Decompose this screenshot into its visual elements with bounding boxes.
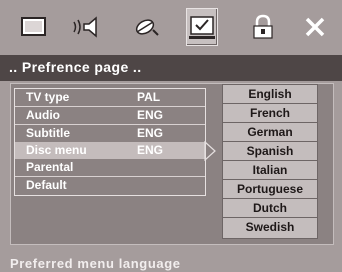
- setting-value: ENG: [137, 126, 164, 140]
- setting-label: Disc menu: [26, 143, 87, 157]
- general-setup-icon[interactable]: [19, 14, 49, 40]
- setting-label: Subtitle: [26, 126, 70, 140]
- setting-row-subtitle[interactable]: Subtitle ENG: [15, 125, 205, 142]
- setup-toolbar: [0, 0, 342, 52]
- setting-row-tv-type[interactable]: TV type PAL: [15, 89, 205, 107]
- setting-row-disc-menu[interactable]: Disc menu ENG: [15, 142, 205, 159]
- setting-label: Default: [26, 178, 67, 192]
- setting-label: Parental: [26, 160, 74, 174]
- preference-setup-icon[interactable]: [186, 8, 218, 46]
- setting-value: PAL: [137, 90, 161, 104]
- setting-row-default[interactable]: Default: [15, 177, 205, 194]
- video-setup-icon[interactable]: [131, 14, 161, 40]
- option-portuguese[interactable]: Portuguese: [223, 180, 317, 199]
- exit-icon[interactable]: [300, 14, 330, 40]
- setting-row-parental[interactable]: Parental: [15, 159, 205, 177]
- option-swedish[interactable]: Swedish: [223, 218, 317, 236]
- setting-value: ENG: [137, 108, 164, 122]
- page-title-bar: .. Prefrence page ..: [0, 55, 342, 81]
- option-french[interactable]: French: [223, 104, 317, 123]
- setting-value: ENG: [137, 143, 164, 157]
- option-dutch[interactable]: Dutch: [223, 199, 317, 218]
- page-title: .. Prefrence page ..: [9, 59, 142, 75]
- language-options-list: English French German Spanish Italian Po…: [222, 84, 318, 239]
- submenu-arrow-icon: [204, 140, 216, 166]
- option-spanish[interactable]: Spanish: [223, 142, 317, 161]
- dvd-setup-screen: .. Prefrence page .. TV type PAL Audio E…: [0, 0, 342, 272]
- setting-label: Audio: [26, 108, 60, 122]
- audio-setup-icon[interactable]: [72, 14, 102, 40]
- help-hint: Preferred menu language: [10, 256, 181, 271]
- setting-label: TV type: [26, 90, 70, 104]
- password-setup-icon[interactable]: [248, 14, 278, 40]
- option-english[interactable]: English: [223, 85, 317, 104]
- settings-list: TV type PAL Audio ENG Subtitle ENG Disc …: [14, 88, 206, 196]
- option-german[interactable]: German: [223, 123, 317, 142]
- setting-row-audio[interactable]: Audio ENG: [15, 107, 205, 125]
- option-italian[interactable]: Italian: [223, 161, 317, 180]
